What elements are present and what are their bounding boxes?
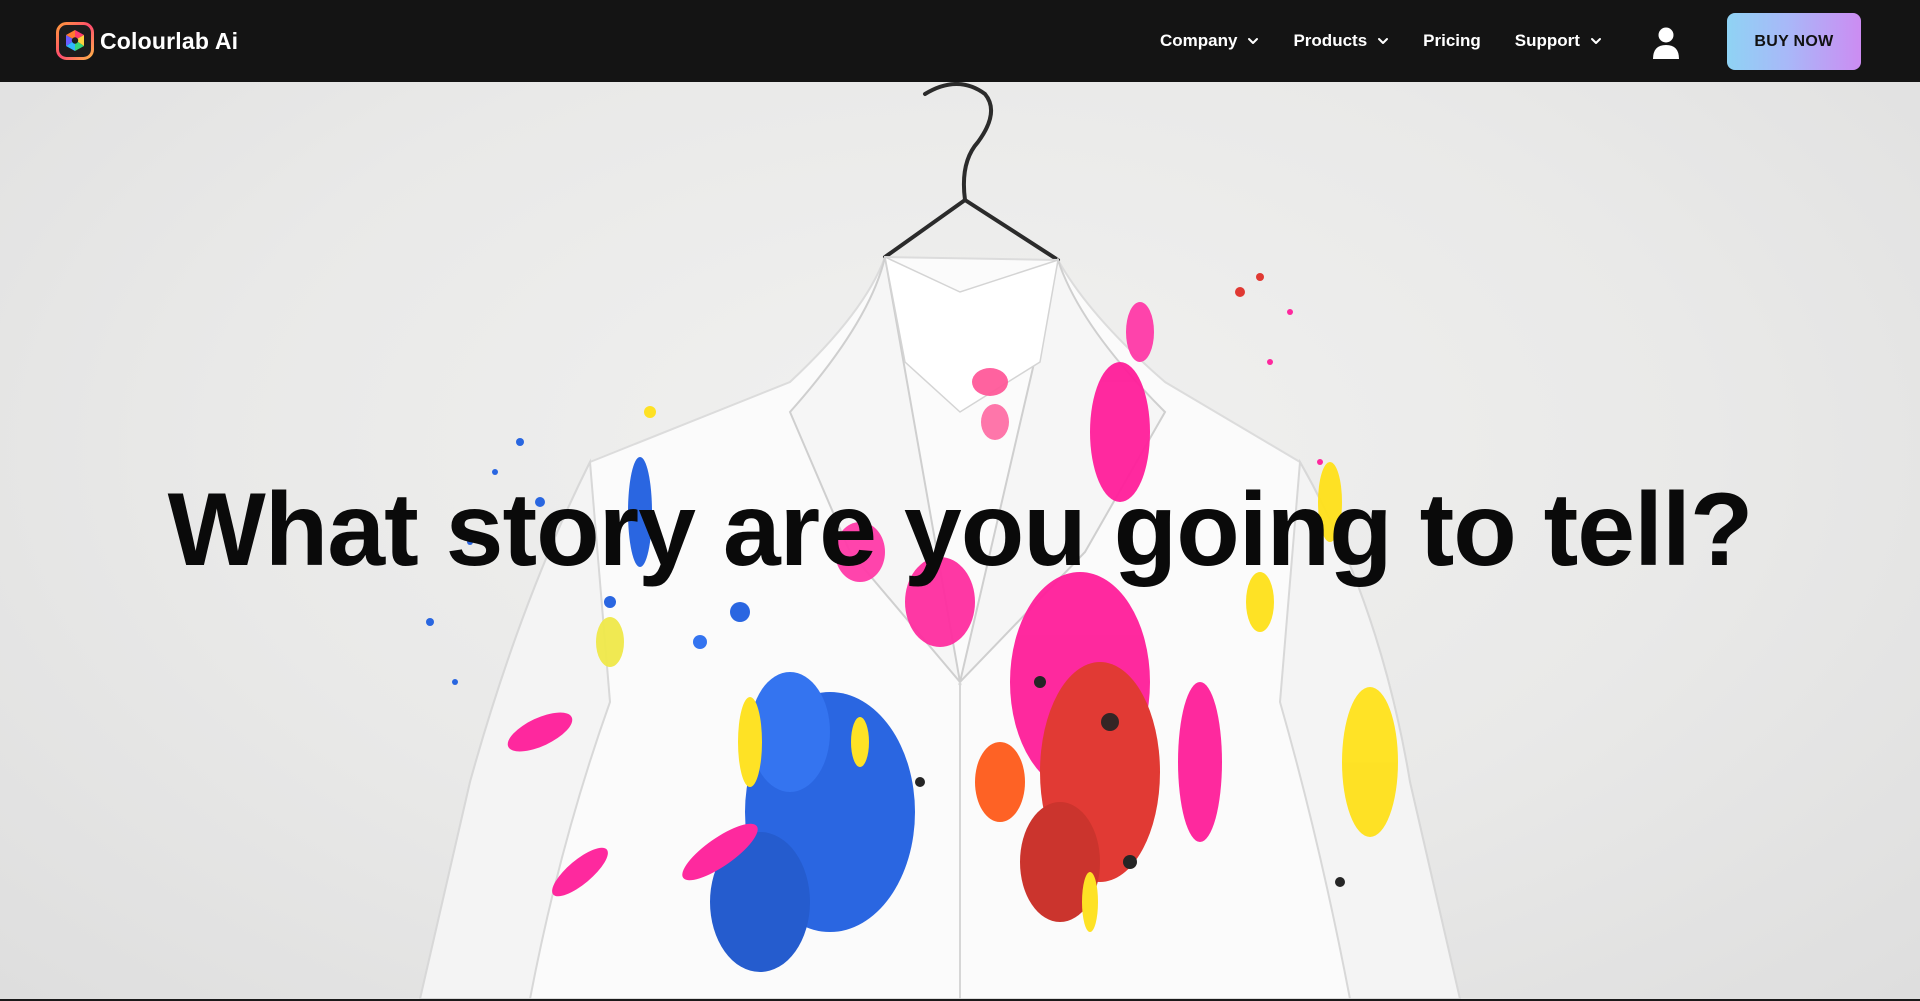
- nav-item-support[interactable]: Support: [1515, 31, 1602, 51]
- chevron-down-icon: [1378, 38, 1389, 44]
- nav-item-company[interactable]: Company: [1160, 31, 1259, 51]
- nav-item-products[interactable]: Products: [1293, 31, 1389, 51]
- hero-headline: What story are you going to tell?: [167, 472, 1754, 588]
- chevron-down-icon: [1590, 38, 1601, 44]
- nav-item-company-label: Company: [1160, 31, 1238, 50]
- user-icon[interactable]: [1650, 26, 1682, 60]
- colourlab-logo-icon: [56, 22, 94, 60]
- nav-item-pricing[interactable]: Pricing: [1423, 31, 1481, 51]
- brand-name: Colourlab Ai: [100, 27, 239, 54]
- buy-now-button[interactable]: BUY NOW: [1727, 13, 1861, 70]
- hanger-graphic: [883, 82, 1060, 262]
- nav-item-support-label: Support: [1514, 31, 1580, 50]
- brand-logo-link[interactable]: Colourlab Ai: [56, 22, 238, 60]
- nav-item-pricing-label: Pricing: [1423, 31, 1481, 50]
- top-navigation-bar: Colourlab Ai Company Products Pricing Su…: [0, 0, 1920, 82]
- hero-section: What story are you going to tell?: [0, 82, 1920, 999]
- nav-item-products-label: Products: [1293, 31, 1368, 50]
- main-menu: Company Products Pricing Support: [1160, 0, 1636, 82]
- chevron-down-icon: [1248, 38, 1259, 44]
